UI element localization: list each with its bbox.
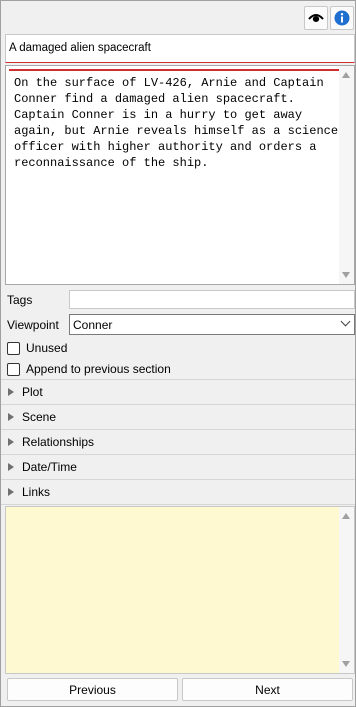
chevron-down-icon bbox=[340, 316, 351, 327]
section-label: Date/Time bbox=[22, 460, 77, 474]
scene-editor-panel: A damaged alien spacecraft On the surfac… bbox=[0, 0, 356, 707]
tags-label: Tags bbox=[7, 293, 33, 307]
eye-icon-button[interactable] bbox=[304, 6, 328, 30]
scroll-down-icon[interactable] bbox=[342, 661, 350, 667]
notes-editor[interactable] bbox=[5, 506, 355, 674]
info-icon bbox=[334, 10, 350, 26]
viewpoint-label: Viewpoint bbox=[7, 318, 59, 332]
section-links[interactable]: Links bbox=[1, 479, 355, 504]
scroll-down-icon[interactable] bbox=[342, 272, 350, 278]
section-label: Scene bbox=[22, 410, 57, 424]
info-icon-button[interactable] bbox=[330, 6, 354, 30]
expand-arrow-icon bbox=[8, 463, 14, 471]
expand-arrow-icon bbox=[8, 388, 14, 396]
notes-text-area[interactable] bbox=[6, 507, 339, 673]
section-scene[interactable]: Scene bbox=[1, 404, 355, 429]
section-relationships[interactable]: Relationships bbox=[1, 429, 355, 454]
unused-checkbox[interactable] bbox=[7, 341, 20, 355]
expand-arrow-icon bbox=[8, 488, 14, 496]
eye-icon bbox=[308, 14, 324, 22]
section-label: Plot bbox=[22, 385, 43, 399]
section-plot[interactable]: Plot bbox=[1, 379, 355, 404]
divider bbox=[1, 504, 355, 505]
description-scrollbar[interactable] bbox=[339, 66, 354, 284]
section-label: Relationships bbox=[22, 435, 95, 449]
tags-input[interactable] bbox=[69, 290, 355, 309]
next-button[interactable]: Next bbox=[182, 678, 353, 701]
expand-arrow-icon bbox=[8, 413, 14, 421]
scene-title-input[interactable]: A damaged alien spacecraft bbox=[5, 34, 355, 63]
expand-arrow-icon bbox=[8, 438, 14, 446]
toolbar bbox=[1, 5, 356, 31]
section-label: Links bbox=[22, 485, 51, 499]
unused-checkbox-row[interactable]: Unused bbox=[7, 341, 67, 355]
append-checkbox-row[interactable]: Append to previous section bbox=[7, 362, 171, 376]
scroll-up-icon[interactable] bbox=[342, 513, 350, 519]
scene-description-editor[interactable]: On the surface of LV-426, Arnie and Capt… bbox=[5, 65, 355, 285]
previous-button[interactable]: Previous bbox=[7, 678, 178, 701]
viewpoint-select[interactable]: Conner bbox=[69, 314, 355, 335]
append-label: Append to previous section bbox=[26, 362, 171, 376]
unused-label: Unused bbox=[26, 341, 68, 355]
viewpoint-value: Conner bbox=[73, 318, 113, 332]
append-checkbox[interactable] bbox=[7, 362, 20, 376]
scene-description-text[interactable]: On the surface of LV-426, Arnie and Capt… bbox=[9, 69, 339, 281]
notes-scrollbar[interactable] bbox=[339, 507, 354, 673]
scroll-up-icon[interactable] bbox=[342, 72, 350, 78]
section-date-time[interactable]: Date/Time bbox=[1, 454, 355, 479]
